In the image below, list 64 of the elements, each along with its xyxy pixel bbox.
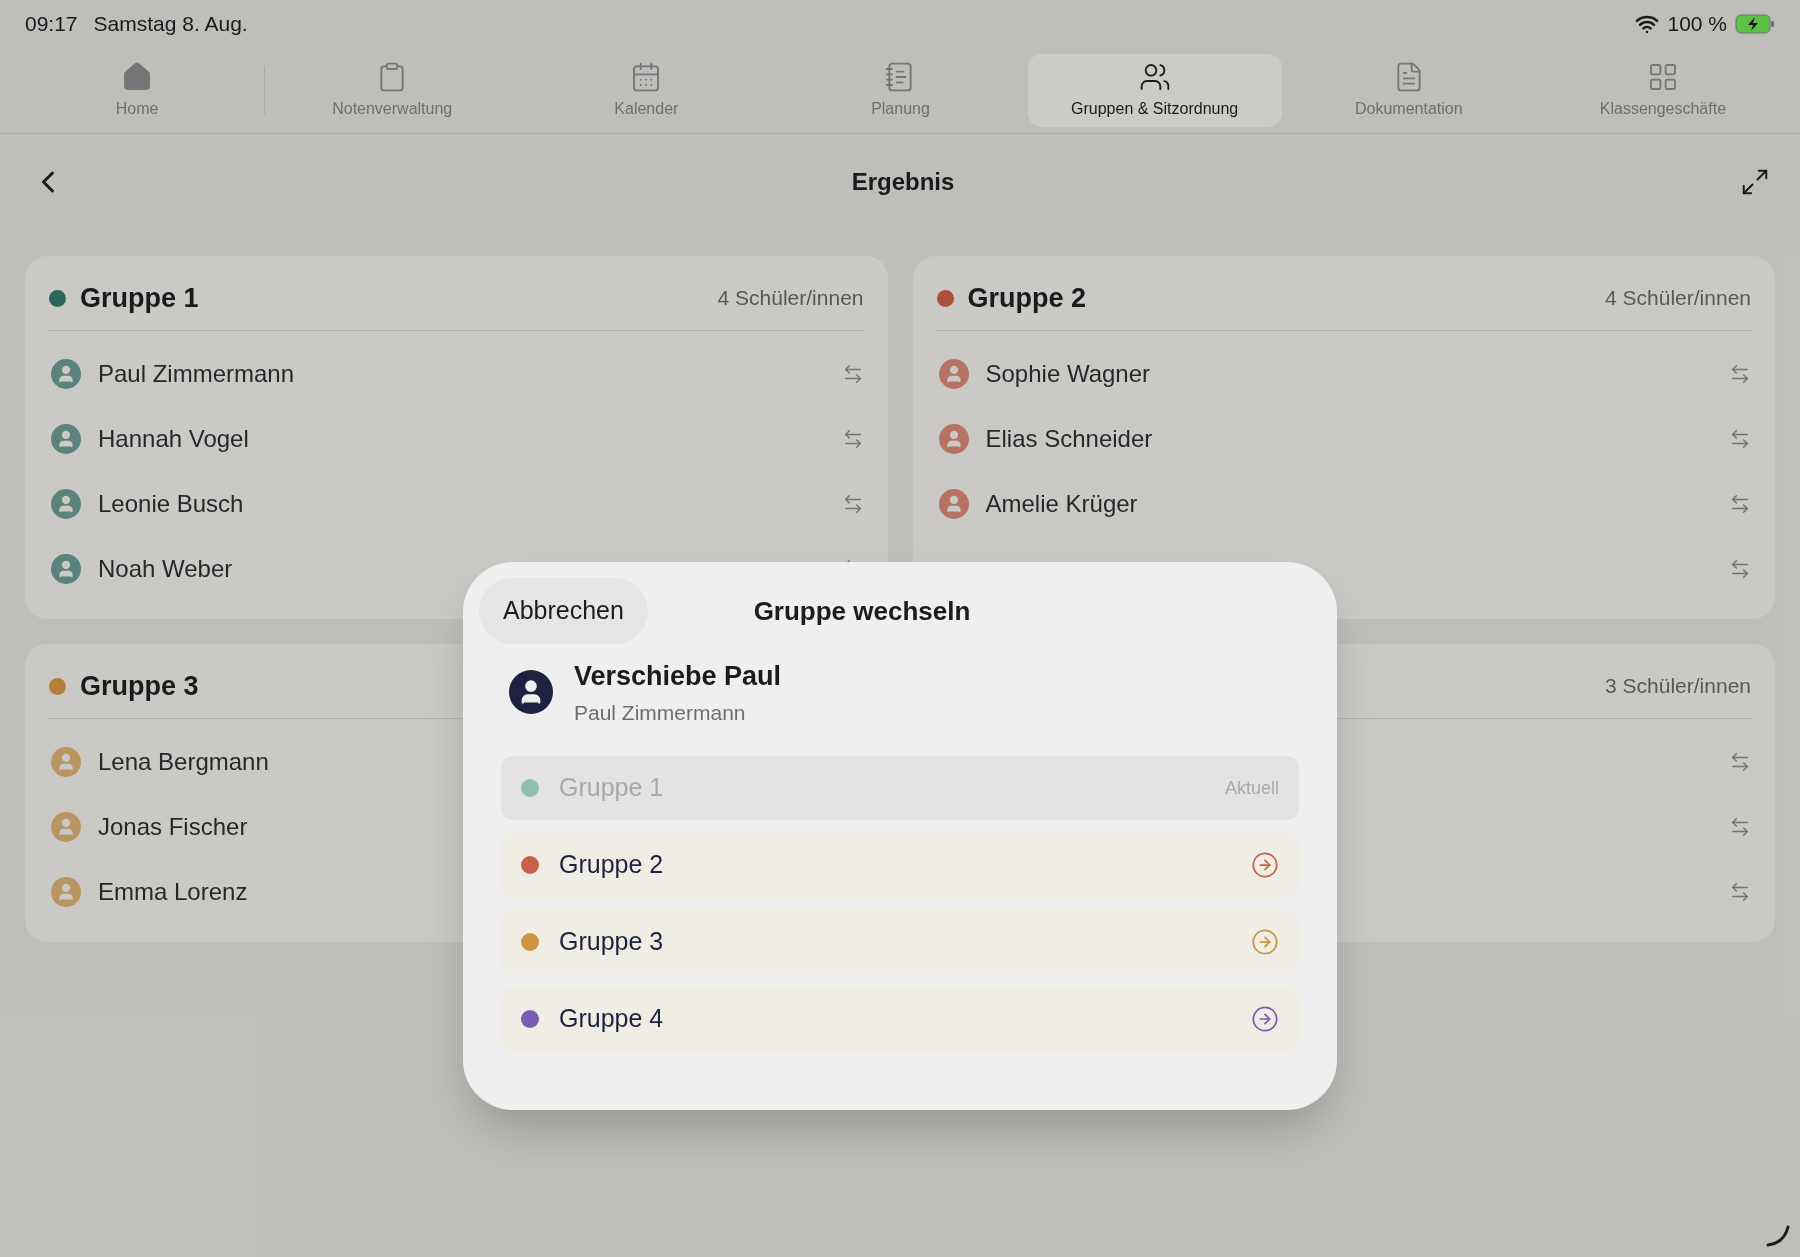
student-name: Lena Bergmann xyxy=(98,746,269,777)
student-avatar-icon xyxy=(51,876,81,907)
status-date: Samstag 8. Aug. xyxy=(93,11,248,38)
option-label: Gruppe 3 xyxy=(559,926,664,958)
group-option[interactable]: Gruppe 1 Aktuell xyxy=(501,756,1299,820)
dialog-subtitle: Paul Zimmermann xyxy=(574,699,747,726)
student-name: Noah Weber xyxy=(98,553,233,584)
option-label: Gruppe 2 xyxy=(559,849,664,881)
nav-tab[interactable]: Klassengeschäfte xyxy=(1535,54,1790,127)
student-avatar-icon xyxy=(938,358,969,389)
group-title: Gruppe 2 xyxy=(967,281,1087,315)
student-name: Jonas Fischer xyxy=(98,811,248,842)
option-label: Gruppe 4 xyxy=(559,1003,664,1035)
student-name: Amelie Krüger xyxy=(985,488,1138,519)
student-name: Paul Zimmermann xyxy=(98,358,295,389)
cancel-button[interactable]: Abbrechen xyxy=(479,578,648,644)
student-name: Hannah Vogel xyxy=(98,423,249,454)
student-name: Elias Schneider xyxy=(985,423,1153,454)
nav-tab[interactable]: Dokumentation xyxy=(1281,54,1536,127)
person-avatar-icon xyxy=(509,670,553,714)
option-label: Gruppe 1 xyxy=(559,772,664,804)
nav-tab[interactable]: Notenverwaltung xyxy=(265,54,520,127)
group-title: Gruppe 1 xyxy=(80,281,199,315)
corner-handle-icon xyxy=(1766,1223,1790,1247)
current-label: Aktuell xyxy=(1224,776,1279,800)
student-name: Sophie Wagner xyxy=(985,358,1151,389)
student-avatar-icon xyxy=(938,423,969,454)
nav-tab[interactable]: Planung xyxy=(773,54,1028,127)
arrow-circle-icon xyxy=(1251,1005,1279,1033)
nav-tab[interactable]: Home xyxy=(10,54,265,127)
dialog-title: Gruppe wechseln xyxy=(753,594,971,628)
group-option[interactable]: Gruppe 2 xyxy=(501,833,1299,897)
arrow-circle-icon xyxy=(1251,928,1279,956)
nav-tab[interactable]: Kalender xyxy=(519,54,774,127)
student-avatar-icon xyxy=(51,423,81,454)
dialog-heading: Verschiebe Paul xyxy=(574,660,782,693)
student-name: Emma Lorenz xyxy=(98,876,248,907)
student-count: 3 Schüler/innen xyxy=(1605,673,1751,700)
swap-icon[interactable] xyxy=(1729,815,1751,838)
student-avatar-icon xyxy=(51,358,81,389)
status-time: 09:17 xyxy=(25,11,78,38)
student-name: Leonie Busch xyxy=(98,488,244,519)
battery-percent: 100 % xyxy=(1667,11,1727,38)
battery-icon xyxy=(1735,14,1775,34)
group-option[interactable]: Gruppe 4 xyxy=(501,987,1299,1051)
group-title: Gruppe 3 xyxy=(80,669,199,703)
swap-icon[interactable] xyxy=(1729,750,1751,773)
student-avatar-icon xyxy=(938,488,969,519)
expand-icon[interactable] xyxy=(1740,167,1770,197)
student-count: 4 Schüler/innen xyxy=(717,285,864,312)
student-count: 4 Schüler/innen xyxy=(1605,285,1751,312)
group-option[interactable]: Gruppe 3 xyxy=(501,910,1299,974)
arrow-circle-icon xyxy=(1251,851,1279,879)
student-avatar-icon xyxy=(51,553,81,584)
swap-icon[interactable] xyxy=(1729,880,1751,903)
nav-tab[interactable]: Gruppen & Sitzordnung xyxy=(1027,54,1282,127)
page-title: Ergebnis xyxy=(850,167,956,197)
student-avatar-icon xyxy=(51,746,81,777)
swap-icon[interactable] xyxy=(1729,492,1751,515)
student-avatar-icon xyxy=(51,488,81,519)
swap-icon[interactable] xyxy=(1729,427,1751,450)
swap-icon[interactable] xyxy=(1729,362,1751,385)
swap-icon[interactable] xyxy=(1729,557,1751,580)
student-avatar-icon xyxy=(51,811,81,842)
